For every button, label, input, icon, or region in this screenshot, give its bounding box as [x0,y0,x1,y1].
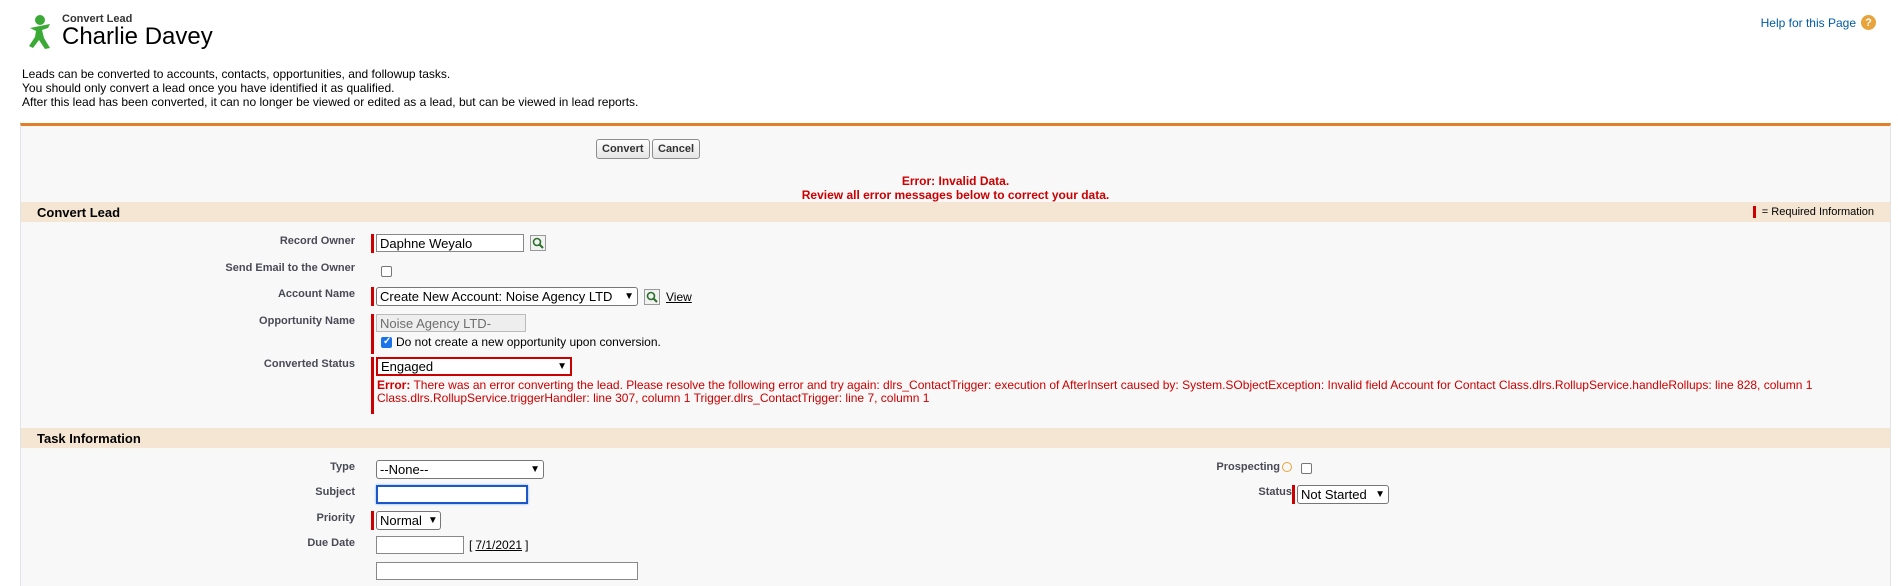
converted-status-value: Engaged [381,359,434,374]
record-owner-label: Record Owner [279,235,355,247]
due-date-today-link[interactable]: 7/1/2021 [475,538,522,552]
error-text: There was an error converting the lead. … [413,378,1813,392]
page-title: Charlie Davey [62,23,213,50]
cancel-button[interactable]: Cancel [652,139,701,159]
required-marker [371,314,374,354]
help-icon[interactable]: ? [1861,15,1876,30]
error-summary-detail: Review all error messages below to corre… [801,188,1110,202]
info-icon [1282,462,1292,472]
no-opportunity-label: Do not create a new opportunity upon con… [396,335,661,349]
error-summary: Error: Invalid Data. Review all error me… [21,174,1890,202]
opportunity-name-label: Opportunity Name [259,315,355,327]
converted-status-error: Error: There was an error converting the… [377,379,1867,405]
status-label: Status [1258,486,1292,498]
intro-line: You should only convert a lead once you … [22,81,395,95]
convert-panel: Convert Cancel Error: Invalid Data. Revi… [20,123,1891,586]
chevron-down-icon: ▼ [624,291,634,302]
status-select[interactable]: Not Started ▼ [1297,485,1389,504]
help-link-label[interactable]: Help for this Page [1761,16,1856,30]
required-marker [371,234,374,253]
error-summary-title: Error: Invalid Data. [901,174,1010,188]
section-title: Task Information [37,431,141,446]
button-row: Convert Cancel [21,139,1890,159]
page-header: Convert Lead Charlie Davey Help for this… [0,0,1898,60]
subject-label: Subject [315,486,355,498]
description-input[interactable] [376,562,638,580]
converted-status-label: Converted Status [263,358,355,370]
help-link[interactable]: Help for this Page ? [1761,15,1876,30]
required-legend-text: = Required Information [1761,206,1874,218]
account-name-field: Create New Account: Noise Agency LTD ▼ V… [376,287,692,306]
lead-icon [29,15,50,49]
chevron-down-icon: ▼ [530,464,540,475]
priority-value: Normal [380,513,422,528]
section-title: Convert Lead [37,205,121,220]
prospecting-checkbox[interactable] [1301,463,1312,474]
required-marker [371,287,374,306]
required-marker [1752,206,1756,218]
bracket-close: ] [525,538,529,552]
required-marker [1292,485,1295,504]
type-label: Type [330,461,355,473]
intro-text: Leads can be converted to accounts, cont… [22,67,638,109]
no-opportunity-checkbox[interactable] [381,336,392,348]
error-prefix: Error: [377,378,411,392]
prospecting-label-wrap: Prospecting [1032,461,1292,473]
chevron-down-icon: ▼ [427,515,438,526]
record-owner-input[interactable]: Daphne Weyalo [376,234,524,252]
record-owner-field: Daphne Weyalo [376,234,546,252]
due-date-input[interactable] [376,536,464,554]
opportunity-name-input: Noise Agency LTD- [376,314,526,332]
send-email-label: Send Email to the Owner [225,262,355,274]
convert-button[interactable]: Convert [596,139,650,159]
task-information-section-header: Task Information [21,428,1890,448]
required-legend: = Required Information [1752,206,1874,218]
intro-line: Leads can be converted to accounts, cont… [22,67,451,81]
required-marker [371,357,374,414]
account-name-select[interactable]: Create New Account: Noise Agency LTD ▼ [376,287,638,306]
type-select[interactable]: --None-- ▼ [376,460,544,479]
send-email-checkbox[interactable] [381,266,392,277]
due-date-field: [ 7/1/2021 ] [376,536,528,554]
account-name-label: Account Name [277,288,355,300]
convert-lead-section-header: Convert Lead = Required Information [21,202,1890,222]
lookup-icon[interactable] [530,235,546,251]
intro-line: After this lead has been converted, it c… [22,95,639,109]
lookup-icon[interactable] [644,288,660,305]
account-name-value: Create New Account: Noise Agency LTD [380,289,613,304]
chevron-down-icon: ▼ [557,361,567,372]
priority-label: Priority [316,512,355,524]
chevron-down-icon: ▼ [1375,489,1385,500]
due-date-label: Due Date [307,537,355,549]
type-value: --None-- [380,462,429,477]
priority-select[interactable]: Normal ▼ [376,511,441,530]
account-view-link[interactable]: View [666,290,692,304]
prospecting-label: Prospecting [1216,461,1280,473]
status-value: Not Started [1301,487,1367,502]
required-marker [371,511,374,530]
converted-status-select[interactable]: Engaged ▼ [376,357,572,376]
bracket-open: [ [469,538,473,552]
subject-input[interactable] [376,485,528,504]
no-opportunity-option: Do not create a new opportunity upon con… [381,335,661,349]
error-line: Class.dlrs.RollupService.triggerHandler:… [377,391,930,405]
